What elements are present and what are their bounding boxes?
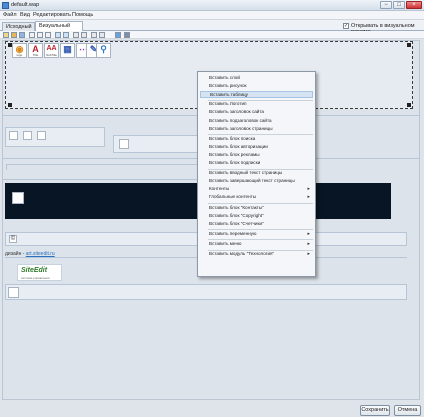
toolbar	[0, 31, 424, 39]
context-menu-item[interactable]: Вставить блок "Счетчики"	[209, 221, 264, 228]
context-menu-item[interactable]: Вставить таблицу	[200, 91, 313, 99]
menu-bar: Файл Вид Редактировать Помощь	[0, 11, 424, 20]
minimize-button[interactable]: −	[380, 1, 392, 9]
content-area-block[interactable]	[6, 164, 202, 170]
context-menu-item[interactable]: Вставить модуль "Технология"	[209, 251, 274, 258]
cut-icon[interactable]	[29, 32, 35, 38]
context-menu-item[interactable]: Вставить Логотип	[209, 101, 247, 108]
context-menu-item[interactable]: Вставить меню	[209, 241, 241, 248]
context-menu-item[interactable]: Вставить блок "Контакты"	[209, 205, 264, 212]
copy-icon[interactable]	[37, 32, 43, 38]
context-menu-item[interactable]: Вставить завершающий текст страницы	[209, 178, 295, 185]
submenu-arrow-icon: ▸	[307, 251, 310, 257]
context-menu-item[interactable]: Вставить блок "Copyright"	[209, 213, 264, 220]
new-icon[interactable]	[3, 32, 9, 38]
list-icon[interactable]	[99, 32, 105, 38]
logo-widget[interactable]: ◉ logo	[12, 43, 27, 58]
close-button[interactable]: ×	[406, 1, 422, 9]
context-menu-item[interactable]: Вставить подзаголовок сайта	[209, 118, 272, 125]
menu-view[interactable]: Вид	[20, 12, 30, 18]
tab-visual-editor[interactable]: Визуальный редактор	[35, 21, 83, 37]
menu-help[interactable]: Помощь	[72, 12, 93, 18]
auth-widget-icon[interactable]	[9, 131, 18, 140]
title-bar: default.wap − □ ×	[0, 0, 424, 11]
auth-block[interactable]	[5, 127, 105, 147]
copyright-icon: ©	[9, 235, 17, 243]
brand-logo-box: SiteEdit система управления	[17, 264, 62, 281]
window-title: default.wap	[11, 2, 40, 8]
search-widget[interactable]: ⚲	[96, 43, 111, 58]
menu-edit[interactable]: Редактировать	[33, 12, 71, 18]
table-icon[interactable]	[73, 32, 79, 38]
resize-handle[interactable]	[407, 43, 411, 47]
context-menu-item[interactable]: Вставить заголовок сайта	[209, 109, 264, 116]
image-widget-icon[interactable]	[12, 192, 24, 204]
tab-bar: Исходный код Визуальный редактор ✓ Откры…	[0, 20, 424, 38]
grid-icon[interactable]	[81, 32, 87, 38]
submenu-arrow-icon: ▸	[307, 240, 310, 247]
context-menu-item[interactable]: Вставить блок подписки	[209, 160, 260, 167]
submenu-arrow-icon: ▸	[307, 186, 310, 193]
counter-widget-icon[interactable]	[8, 287, 19, 298]
brand-logo: SiteEdit	[21, 267, 48, 274]
tab-source-code[interactable]: Исходный код	[2, 22, 35, 38]
resize-handle[interactable]	[407, 103, 411, 107]
save-icon[interactable]	[19, 32, 25, 38]
submenu-arrow-icon: ▸	[307, 230, 310, 237]
context-menu-item[interactable]: Вставить блок рекламы	[209, 152, 260, 159]
submenu-arrow-icon: ▸	[307, 194, 310, 201]
context-menu-item[interactable]: Вставить рисунок	[209, 83, 247, 90]
brand-tagline: система управления	[21, 276, 50, 280]
resize-handle[interactable]	[8, 103, 12, 107]
ads-widget-icon[interactable]	[23, 131, 32, 140]
app-icon	[2, 2, 9, 9]
table-widget[interactable]: ▦	[60, 43, 75, 58]
search-block-icon[interactable]	[119, 139, 129, 149]
cancel-button[interactable]: Отмена	[394, 405, 421, 416]
redo-icon[interactable]	[63, 32, 69, 38]
context-menu-item[interactable]: Вставить вводный текст страницы	[209, 170, 282, 177]
context-menu-item[interactable]: Вставить переменную	[209, 231, 256, 238]
paste-icon[interactable]	[45, 32, 51, 38]
search-block[interactable]	[113, 135, 198, 153]
title-widget[interactable]: A Title	[28, 43, 43, 58]
subscribe-widget-icon[interactable]	[37, 131, 46, 140]
subtitle-widget[interactable]: AA SubTitle	[44, 43, 59, 58]
preview-icon[interactable]	[115, 32, 121, 38]
visual-mode-checkbox[interactable]: ✓	[343, 23, 349, 29]
menu-file[interactable]: Файл	[3, 12, 17, 18]
counters-block[interactable]	[5, 284, 407, 300]
layout-icon[interactable]	[124, 32, 130, 38]
save-button[interactable]: Сохранить	[360, 405, 390, 416]
undo-icon[interactable]	[55, 32, 61, 38]
guide-line	[3, 179, 199, 180]
open-icon[interactable]	[11, 32, 17, 38]
context-menu-item[interactable]: Контенты	[209, 186, 229, 193]
context-menu-item[interactable]: Вставить слой	[209, 75, 240, 82]
context-menu-item[interactable]: Вставить заголовок страницы	[209, 126, 273, 133]
context-menu-item[interactable]: Вставить блок авторизации	[209, 144, 268, 151]
context-menu: Вставить слой Вставить рисунок Вставить та…	[197, 71, 316, 277]
align-icon[interactable]	[91, 32, 97, 38]
maximize-button[interactable]: □	[393, 1, 405, 9]
context-menu-item[interactable]: Глобальные контенты	[209, 194, 256, 201]
context-menu-item[interactable]: Вставить блок поиска	[209, 136, 255, 143]
